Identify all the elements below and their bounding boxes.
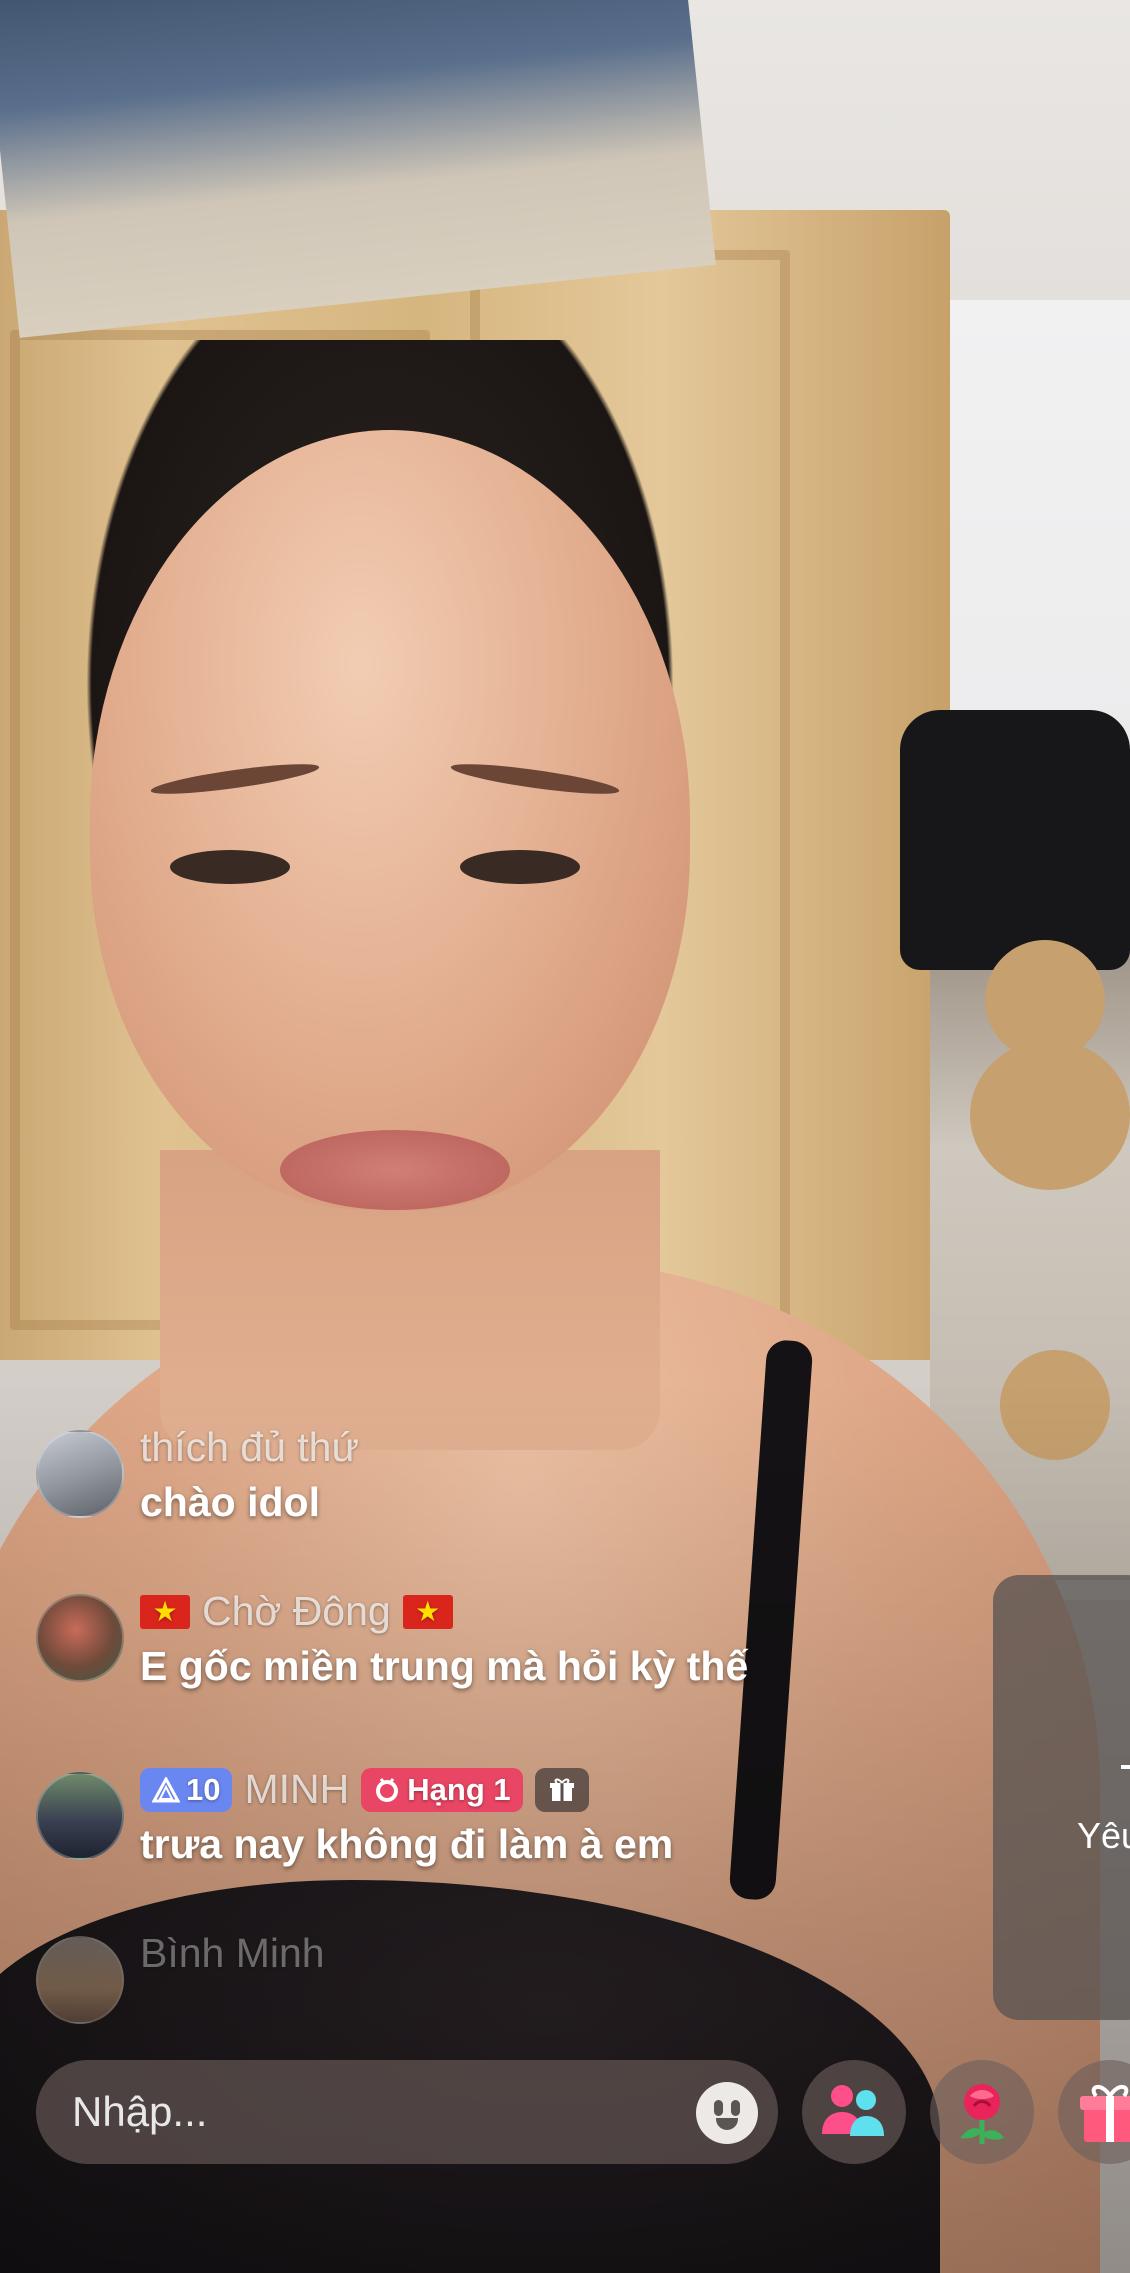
emoji-icon[interactable] <box>696 2082 758 2144</box>
vietnam-flag-icon: ★ <box>402 1594 453 1629</box>
comment-username[interactable]: thích đủ thứ <box>140 1424 359 1471</box>
rose-gift-button[interactable] <box>930 2060 1034 2164</box>
gift-button[interactable] <box>1058 2060 1130 2164</box>
person-face <box>90 430 690 1210</box>
side-panel-card[interactable]: Yêu <box>993 1575 1130 2020</box>
user-level-badge: 10 <box>140 1767 233 1812</box>
comment-input-placeholder: Nhập... <box>72 2088 208 2135</box>
bottom-bar: Nhập... <box>36 2060 1130 2170</box>
avatar[interactable] <box>36 1594 124 1682</box>
multi-guest-button[interactable] <box>802 2060 906 2164</box>
vietnam-flag-icon: ★ <box>140 1594 190 1629</box>
people-icon <box>822 2085 884 2136</box>
comment-username[interactable]: Bình Minh <box>140 1930 325 1977</box>
avatar[interactable] <box>36 1430 124 1518</box>
rank-badge: Hạng 1 <box>361 1767 523 1812</box>
avatar[interactable] <box>36 1936 124 2024</box>
comment-input[interactable]: Nhập... <box>36 2060 778 2164</box>
comment-text: E gốc miền trung mà hỏi kỳ thế <box>140 1643 749 1689</box>
black-bag <box>900 710 1130 970</box>
side-panel-label: Yêu <box>1077 1815 1130 1856</box>
comment-username[interactable]: MINH <box>244 1766 349 1813</box>
rose-gift-icon <box>960 2084 1004 2144</box>
triangle-icon <box>152 1776 180 1802</box>
comment-username[interactable]: Chờ Đông <box>202 1588 391 1635</box>
gift-icon <box>1080 2085 1130 2142</box>
medal-icon <box>376 1777 399 1802</box>
comment-text: trưa nay không đi làm à em <box>140 1821 674 1867</box>
gift-icon <box>534 1767 589 1812</box>
comment-text: chào idol <box>140 1479 320 1525</box>
avatar[interactable] <box>36 1772 124 1860</box>
